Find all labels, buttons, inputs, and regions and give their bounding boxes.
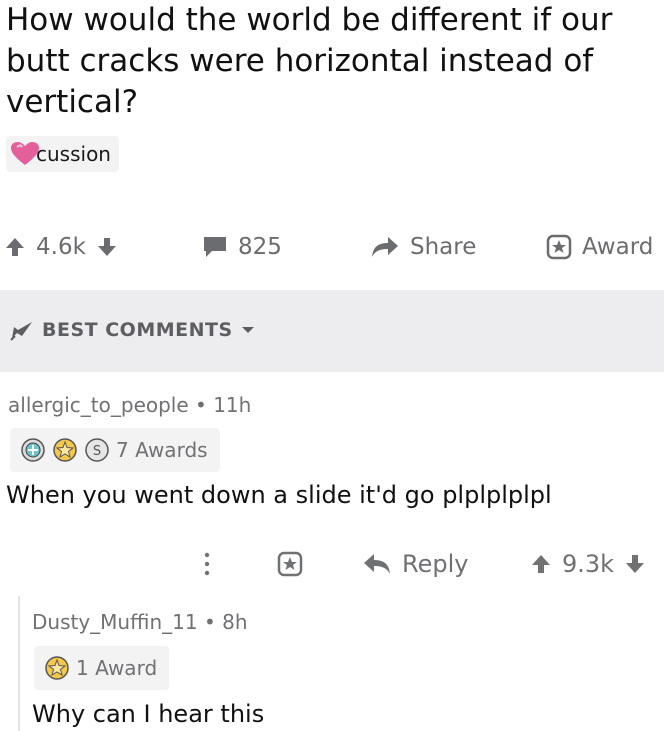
reply-body: Why can I hear this <box>32 700 265 728</box>
reply-awards[interactable]: 1 Award <box>34 646 170 690</box>
comment-action-bar: Reply 9.3k <box>0 542 664 586</box>
thread-line[interactable] <box>18 596 20 731</box>
comment-age: 11h <box>213 393 252 417</box>
silver-award-icon: S <box>85 438 109 462</box>
rocket-icon <box>10 322 32 341</box>
comment-score: 9.3k <box>562 550 615 578</box>
award-label: Award <box>582 234 654 260</box>
comment-awards[interactable]: S 7 Awards <box>10 428 220 472</box>
post-title: How would the world be different if our … <box>6 2 613 120</box>
comment-meta: allergic_to_people • 11h <box>8 393 251 417</box>
post-score: 4.6k <box>36 234 86 260</box>
sort-label: BEST COMMENTS <box>42 319 233 341</box>
comment-bubble-icon <box>204 237 226 257</box>
comments-button[interactable]: 825 <box>202 226 282 268</box>
wholesome-award-icon <box>45 656 69 680</box>
reply-meta: Dusty_Muffin_11 • 8h <box>32 610 248 634</box>
awards-count: 7 Awards <box>116 438 208 462</box>
post-flair[interactable]: cussion <box>6 136 119 172</box>
comment-author[interactable]: Dusty_Muffin_11 <box>32 610 198 634</box>
awards-count: 1 Award <box>76 656 158 680</box>
share-arrow-icon <box>372 237 398 257</box>
downvote-arrow-icon[interactable] <box>624 553 646 575</box>
reply-label: Reply <box>402 550 469 578</box>
chevron-down-icon <box>241 327 254 333</box>
meta-separator: • <box>195 393 214 417</box>
more-vertical-icon <box>204 552 210 576</box>
comment-author[interactable]: allergic_to_people <box>8 393 189 417</box>
upvote-arrow-icon[interactable] <box>530 553 552 575</box>
reply-button[interactable]: Reply <box>362 542 468 586</box>
post-action-bar: 4.6k 825 Share Award <box>0 226 664 268</box>
share-label: Share <box>410 234 477 260</box>
meta-separator: • <box>203 610 223 634</box>
sort-dropdown[interactable]: BEST COMMENTS <box>8 318 255 342</box>
share-button[interactable]: Share <box>370 226 476 268</box>
wholesome-award-icon <box>53 438 77 462</box>
comment-vote-group: 9.3k <box>530 542 646 586</box>
award-icon <box>546 234 572 260</box>
reply-arrow-icon <box>364 554 390 574</box>
downvote-arrow-icon[interactable] <box>96 236 118 258</box>
award-button[interactable]: Award <box>546 226 653 268</box>
comment-age: 8h <box>222 610 248 634</box>
award-icon <box>277 551 303 577</box>
svg-text:S: S <box>93 444 101 459</box>
vote-group: 4.6k <box>4 226 118 268</box>
upvote-arrow-icon[interactable] <box>4 236 26 258</box>
more-options-button[interactable] <box>203 542 211 586</box>
flair-label: cussion <box>36 142 111 166</box>
comment-count: 825 <box>238 234 282 260</box>
comment-award-button[interactable] <box>277 542 303 586</box>
helpful-award-icon <box>21 438 45 462</box>
comment-body: When you went down a slide it'd go plplp… <box>6 481 552 509</box>
